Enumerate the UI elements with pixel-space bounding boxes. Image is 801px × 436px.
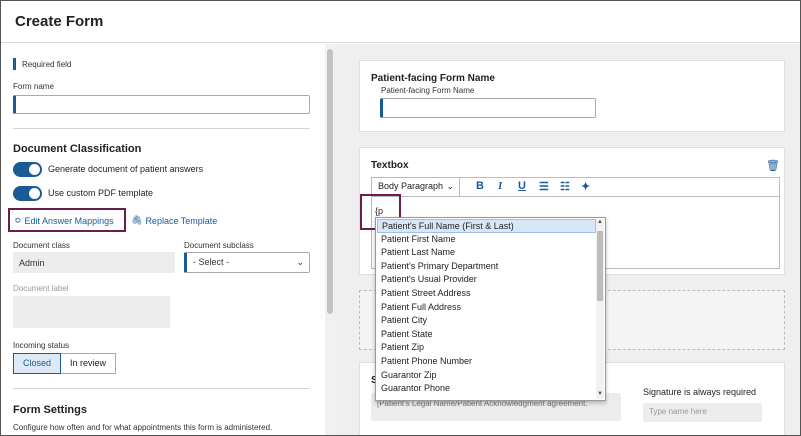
numbered-list-icon[interactable]: ☷ [560,180,570,193]
editor-text: {p [375,206,384,216]
autocomplete-item[interactable]: Patient Zip [377,341,596,355]
editor-toolbar: Body Paragraph ⌄ B I U ☰ ☷ ✦ [371,177,780,197]
generate-doc-label: Generate document of patient answers [48,164,204,174]
page-title: Create Form [15,13,104,30]
autocomplete-item[interactable]: Patient Street Address [377,287,596,301]
generate-doc-toggle[interactable] [13,162,42,177]
autocomplete-item[interactable]: Patient Full Address [377,301,596,315]
autocomplete-dropdown: Patient's Full Name (First & Last) Patien… [375,217,606,401]
divider [13,128,310,129]
autocomplete-item[interactable]: Patient Phone Number [377,355,596,369]
required-note: Required field [22,60,72,69]
bullet-list-icon[interactable]: ☰ [539,180,549,193]
edit-answer-mappings-label: Edit Answer Mappings [24,215,114,226]
autocomplete-item[interactable]: Patient Last Name [377,246,596,260]
scroll-thumb[interactable] [327,49,333,314]
patient-form-name-label: Patient-facing Form Name [381,86,475,95]
status-in-review[interactable]: In review [61,353,117,374]
replace-template-label: Replace Template [145,215,218,226]
doc-subclass-label: Document subclass [184,241,254,250]
incoming-status-label: Incoming status [13,341,70,350]
autocomplete-item[interactable]: Patient's Primary Department [377,260,596,274]
custom-pdf-toggle[interactable] [13,186,42,201]
custom-pdf-label: Use custom PDF template [48,188,154,198]
scroll-thumb[interactable] [597,231,603,301]
italic-icon[interactable]: I [498,180,502,192]
replace-template-link[interactable]: 🖇 Replace Template [131,215,217,226]
divider [13,388,310,389]
autocomplete-item[interactable]: Patient State [377,328,596,342]
left-scrollbar[interactable] [325,44,335,435]
patient-form-name-card: Patient-facing Form Name Patient-facing … [359,60,785,132]
trash-icon[interactable]: 🗑 [766,159,780,172]
doc-subclass-select[interactable]: - Select - ⌄ [184,252,310,273]
patient-form-name-title: Patient-facing Form Name [371,73,495,84]
dropdown-scrollbar[interactable]: ▲ ▼ [596,219,604,399]
doc-label-field [13,296,170,328]
paragraph-style-value: Body Paragraph [378,181,444,191]
edit-answer-mappings-link[interactable]: ≎ Edit Answer Mappings [14,215,114,226]
left-panel: Required field Form name Document Classi… [1,44,335,435]
autocomplete-item[interactable]: Patient's Usual Provider [377,273,596,287]
doc-class-value: Admin [13,252,175,273]
patient-form-name-input[interactable] [380,98,596,118]
form-name-input[interactable] [13,95,310,114]
doc-subclass-value: - Select - [193,257,230,267]
paperclip-icon: 🖇 [131,215,143,225]
doc-label-label: Document label [13,284,69,293]
signature-name-input[interactable]: Type name here [643,403,762,422]
underline-icon[interactable]: U [518,180,526,192]
chevron-down-icon: ⌄ [446,181,454,191]
required-indicator [13,58,16,70]
top-bar: Create Form [1,1,800,43]
scroll-up-icon[interactable]: ▲ [597,219,603,225]
signature-required-text: Signature is always required [643,387,757,397]
autocomplete-item[interactable]: Patient's Full Name (First & Last) [377,219,596,233]
bold-icon[interactable]: B [476,180,484,192]
sliders-icon: ≎ [14,215,22,225]
status-closed[interactable]: Closed [13,353,62,374]
autocomplete-item[interactable]: Patient City [377,314,596,328]
textbox-title: Textbox [371,160,409,171]
autocomplete-item[interactable]: Patient First Name [377,233,596,247]
magic-icon[interactable]: ✦ [581,180,590,193]
form-name-label: Form name [13,82,54,91]
chevron-down-icon: ⌄ [296,257,304,267]
form-settings-desc: Configure how often and for what appoint… [13,423,273,432]
scroll-down-icon[interactable]: ▼ [597,391,603,397]
autocomplete-item[interactable]: Guarantor Phone [377,382,596,396]
incoming-status-toggle: Closed In review [13,353,117,374]
autocomplete-item[interactable]: Guarantor Zip [377,369,596,383]
doc-classification-heading: Document Classification [13,143,142,155]
app-window: Create Form Required field Form name Doc… [0,0,801,436]
doc-class-label: Document class [13,241,70,250]
form-settings-heading: Form Settings [13,404,87,416]
